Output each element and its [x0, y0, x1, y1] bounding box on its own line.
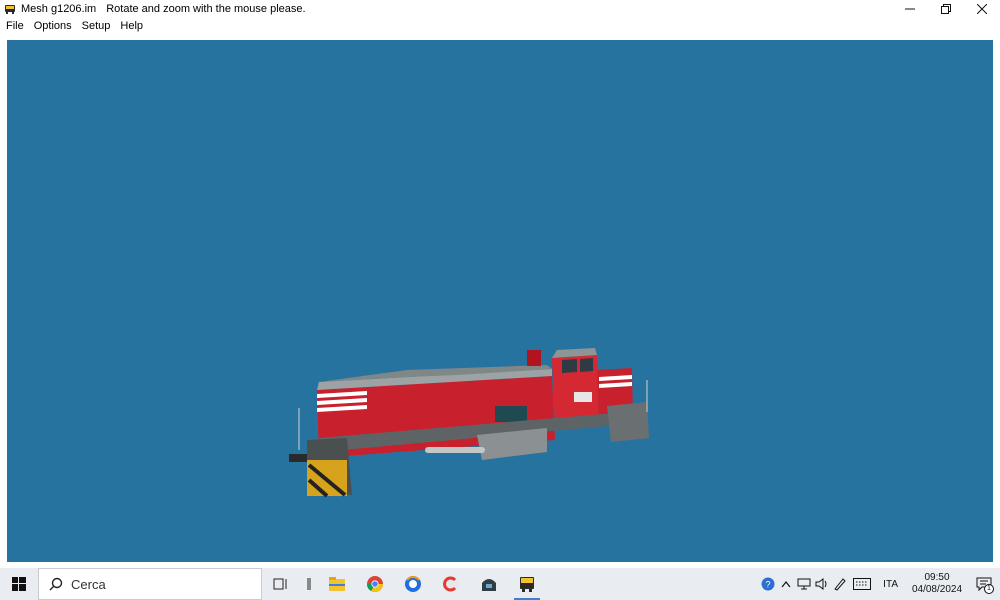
svg-text:?: ? — [766, 580, 771, 590]
access-door — [495, 406, 527, 422]
notification-badge: 1 — [984, 584, 994, 594]
pen-tray-button[interactable] — [831, 568, 849, 600]
widgets-button[interactable] — [300, 568, 318, 600]
help-tray-button[interactable]: ? — [759, 568, 777, 600]
ccleaner-icon — [443, 576, 459, 592]
restore-button[interactable] — [928, 0, 964, 18]
air-reservoir — [425, 447, 485, 453]
minimize-icon — [905, 8, 915, 10]
task-view-button[interactable] — [262, 568, 300, 600]
menu-setup[interactable]: Setup — [77, 20, 116, 32]
menu-bar: File Options Setup Help — [0, 18, 1000, 34]
taskbar-search[interactable]: Cerca — [38, 568, 262, 600]
train-app-icon — [482, 579, 496, 591]
cab-window — [562, 359, 577, 373]
volume-tray-button[interactable] — [813, 568, 831, 600]
rear-end — [607, 402, 649, 442]
start-button[interactable] — [0, 568, 38, 600]
system-tray: ? ITA 09:50 04/08/2024 1 — [759, 568, 1000, 600]
locomotive-app-icon — [520, 577, 534, 592]
menu-options[interactable]: Options — [29, 20, 77, 32]
cab-logo — [574, 392, 592, 402]
3d-viewport[interactable] — [7, 40, 993, 562]
restore-icon — [941, 4, 951, 14]
windows-icon — [12, 577, 26, 591]
file-explorer-icon — [329, 577, 345, 591]
ccleaner-button[interactable] — [432, 568, 470, 600]
buffer — [289, 454, 307, 462]
chrome-icon — [366, 576, 384, 593]
notification-center-button[interactable]: 1 — [968, 568, 1000, 600]
keyboard-tray-button[interactable] — [849, 568, 875, 600]
help-icon: ? — [761, 577, 775, 591]
show-hidden-icons-button[interactable] — [777, 568, 795, 600]
cab-window — [580, 358, 593, 372]
locomotive-app-icon — [5, 5, 15, 14]
locomotive-model — [289, 348, 649, 498]
window-title: Mesh g1206.im — [21, 3, 97, 15]
search-placeholder: Cerca — [71, 576, 106, 592]
firefox-button[interactable] — [394, 568, 432, 600]
clock-date: 04/08/2024 — [911, 584, 963, 595]
taskbar: Cerca ? ITA 09:50 04/08/2024 1 — [0, 568, 1000, 600]
locomotive-app-button[interactable] — [508, 568, 546, 600]
close-button[interactable] — [964, 0, 1000, 18]
task-view-icon — [273, 578, 287, 590]
keyboard-icon — [853, 578, 872, 590]
firefox-icon — [405, 576, 421, 592]
clock[interactable]: 09:50 04/08/2024 — [906, 572, 968, 596]
clock-time: 09:50 — [924, 572, 950, 583]
network-tray-button[interactable] — [795, 568, 813, 600]
close-icon — [977, 4, 987, 14]
separator-icon — [307, 578, 311, 590]
network-icon — [797, 578, 811, 590]
app-window: Mesh g1206.im Rotate and zoom with the m… — [0, 0, 1000, 568]
chrome-button[interactable] — [356, 568, 394, 600]
menu-file[interactable]: File — [0, 20, 29, 32]
speaker-icon — [815, 578, 827, 590]
chevron-up-icon — [781, 581, 791, 588]
menu-help[interactable]: Help — [115, 20, 148, 32]
exhaust-stack — [527, 350, 541, 366]
file-explorer-button[interactable] — [318, 568, 356, 600]
train-app-button[interactable] — [470, 568, 508, 600]
minimize-button[interactable] — [892, 0, 928, 18]
title-bar[interactable]: Mesh g1206.im Rotate and zoom with the m… — [0, 0, 1000, 18]
pen-icon — [834, 578, 846, 591]
search-icon — [49, 577, 63, 591]
input-language[interactable]: ITA — [875, 579, 906, 590]
window-hint: Rotate and zoom with the mouse please. — [106, 3, 306, 15]
